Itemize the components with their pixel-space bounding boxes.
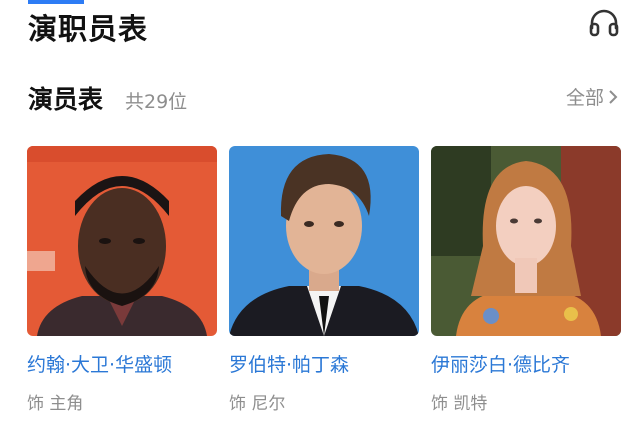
actor-role: 饰 尼尔 [229, 394, 286, 414]
cast-card[interactable]: 伊丽莎白·德比齐 饰 凯特 [431, 146, 621, 414]
see-all-link[interactable]: 全部 [566, 83, 618, 110]
actor-photo [27, 146, 217, 336]
cast-count: 共29位 [125, 91, 188, 113]
actor-photo [431, 146, 621, 336]
cast-section-title: 演员表 [28, 85, 104, 114]
actor-role: 饰 凯特 [431, 394, 488, 414]
actor-name[interactable]: 罗伯特·帕丁森 [229, 350, 419, 377]
actor-name[interactable]: 约翰·大卫·华盛顿 [27, 350, 217, 377]
cast-card[interactable]: 罗伯特·帕丁森 饰 尼尔 [229, 146, 419, 414]
headphones-icon[interactable] [588, 8, 620, 38]
actor-name[interactable]: 伊丽莎白·德比齐 [431, 350, 621, 377]
actor-role: 饰 主角 [27, 394, 84, 414]
see-all-label: 全部 [565, 87, 604, 109]
top-accent-bar [28, 0, 84, 4]
actor-photo [229, 146, 419, 336]
chevron-right-icon [609, 89, 618, 104]
page-title: 演职员表 [28, 12, 149, 46]
cast-card[interactable]: 约翰·大卫·华盛顿 饰 主角 [27, 146, 217, 414]
